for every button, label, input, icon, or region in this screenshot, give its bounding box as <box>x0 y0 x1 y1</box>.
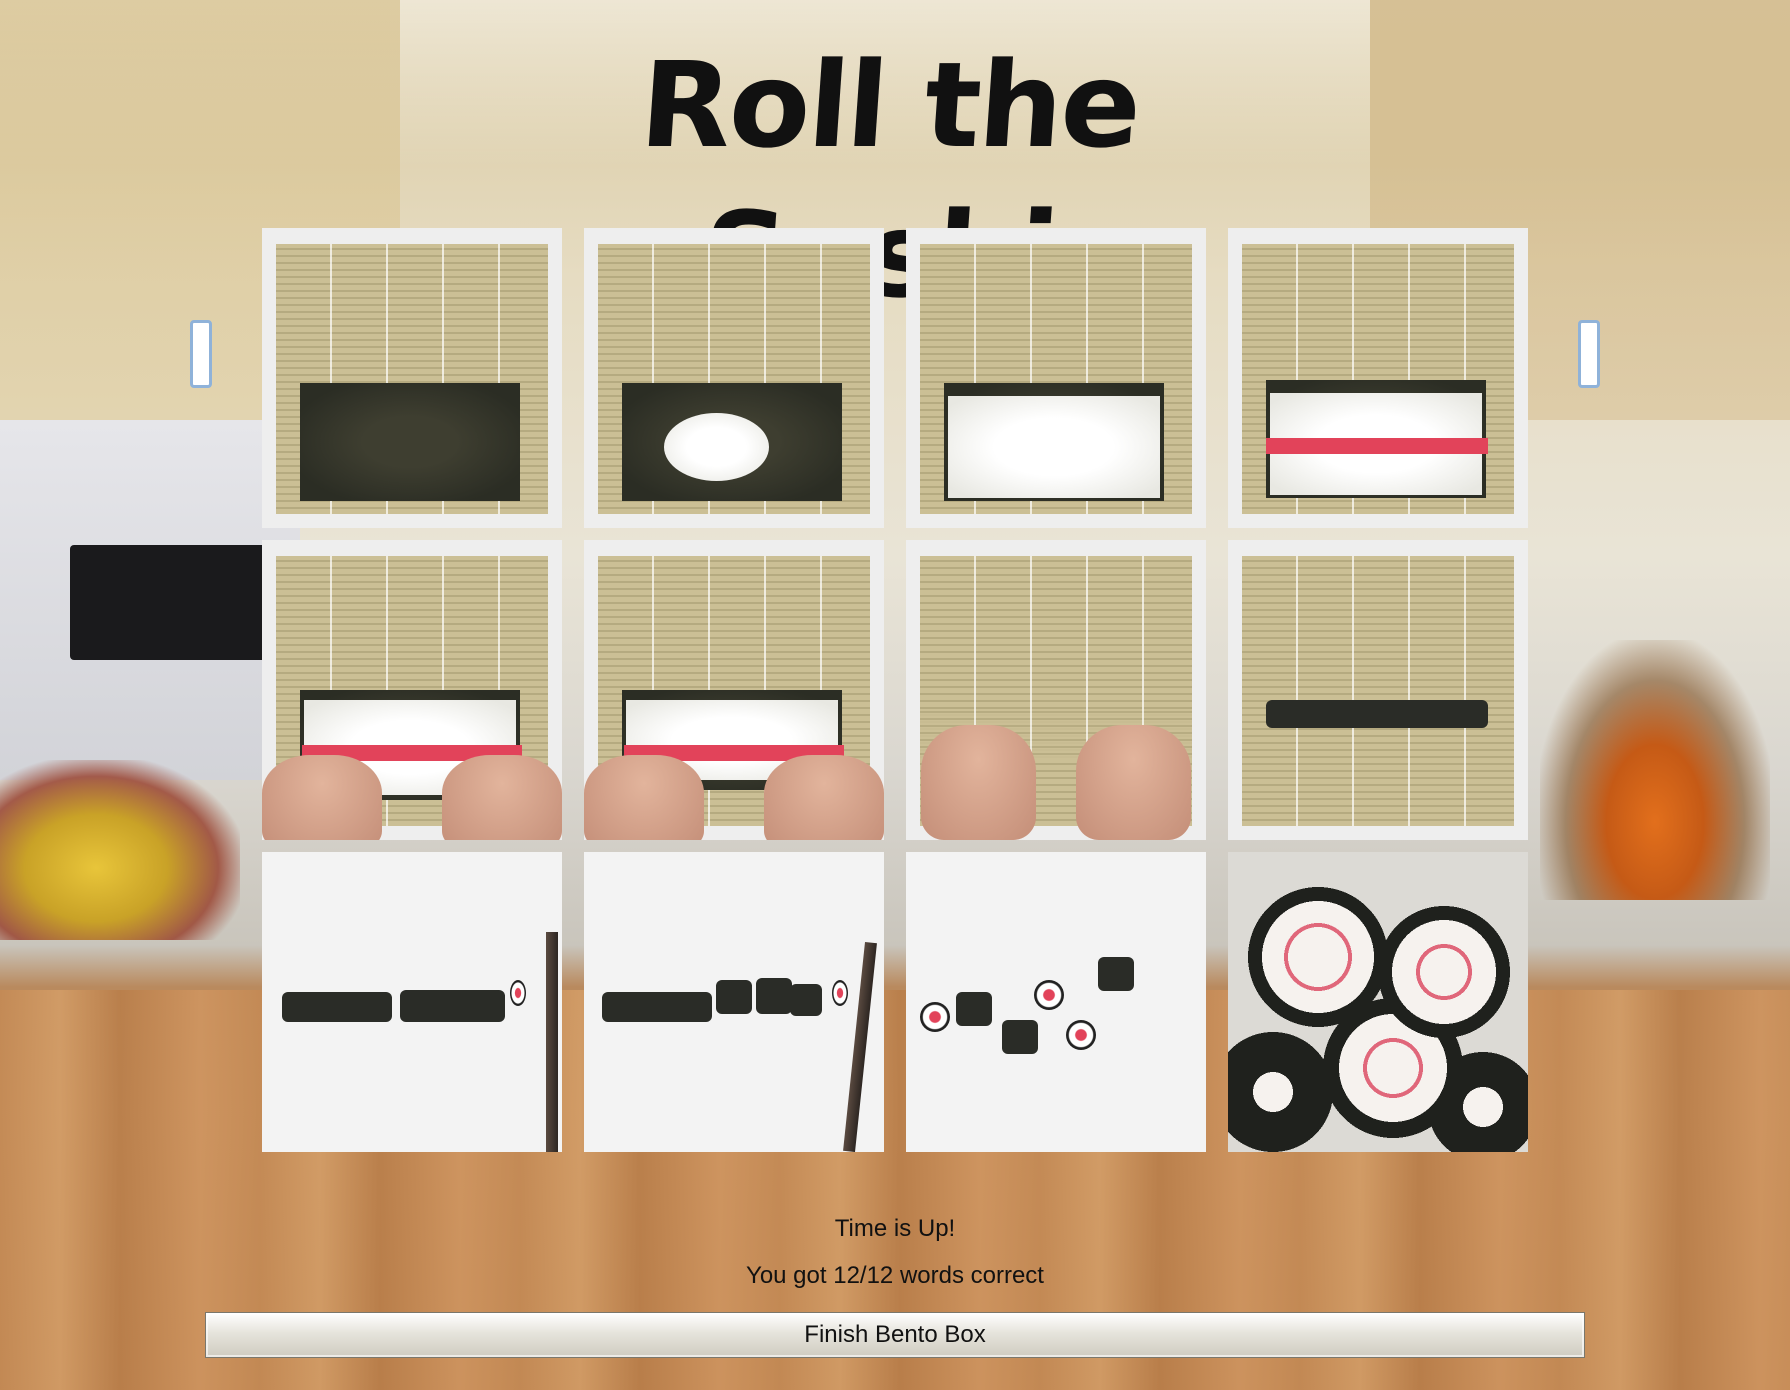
maki-piece <box>1066 1020 1096 1050</box>
tile-step-roll-under-mat[interactable] <box>906 540 1206 840</box>
tile-step-rice-ball-on-nori[interactable] <box>584 228 884 528</box>
knife <box>546 932 558 1152</box>
tile-step-finished-roll[interactable] <box>1228 540 1528 840</box>
background-pot <box>1540 640 1770 900</box>
roll-end <box>832 980 848 1006</box>
plated-maki-photo <box>1228 852 1528 1152</box>
maki-piece <box>920 1002 950 1032</box>
nori-sheet <box>300 383 520 501</box>
tile-step-cut-pieces[interactable] <box>584 852 884 1152</box>
left-hand <box>921 725 1036 840</box>
time-up-message: Time is Up! <box>834 1215 956 1242</box>
finish-bento-box-button[interactable]: Finish Bento Box <box>205 1312 1585 1358</box>
carousel-next-handle[interactable] <box>1578 320 1600 388</box>
tile-step-rice-spread[interactable] <box>906 228 1206 528</box>
tile-step-nori-on-mat[interactable] <box>262 228 562 528</box>
right-hand <box>442 755 562 840</box>
roll-piece <box>716 980 752 1014</box>
tile-step-begin-rolling[interactable] <box>262 540 562 840</box>
background-oven-door <box>70 545 270 660</box>
rice-ball <box>664 413 769 481</box>
tile-step-tuna-added[interactable] <box>1228 228 1528 528</box>
sushi-steps-grid <box>262 228 1528 1152</box>
left-hand <box>262 755 382 840</box>
bamboo-mat <box>1242 556 1514 826</box>
roll-half <box>602 992 712 1022</box>
maki-piece-side <box>956 992 992 1026</box>
tile-step-rolling-tight[interactable] <box>584 540 884 840</box>
maki-piece <box>1034 980 1064 1010</box>
roll-half <box>400 990 505 1022</box>
tile-step-maki-plated[interactable] <box>1228 852 1528 1152</box>
tuna-strip <box>1266 438 1488 454</box>
maki-piece-side <box>1002 1020 1038 1054</box>
roll-piece <box>756 978 792 1014</box>
right-hand <box>1076 725 1191 840</box>
maki-piece-side <box>1098 957 1134 991</box>
left-hand <box>584 755 704 840</box>
right-hand <box>764 755 884 840</box>
rice-layer <box>948 396 1160 498</box>
game-title: Roll the Sushi <box>635 36 1144 324</box>
sushi-roll <box>1266 700 1488 728</box>
background-fruit <box>0 760 240 940</box>
score-message: You got 12/12 words correct <box>746 1262 1044 1289</box>
roll-piece <box>790 984 822 1016</box>
tile-step-pieces-scattered[interactable] <box>906 852 1206 1152</box>
tile-step-cut-roll-half[interactable] <box>262 852 562 1152</box>
roll-end <box>510 980 526 1006</box>
roll-half <box>282 992 392 1022</box>
carousel-prev-handle[interactable] <box>190 320 212 388</box>
